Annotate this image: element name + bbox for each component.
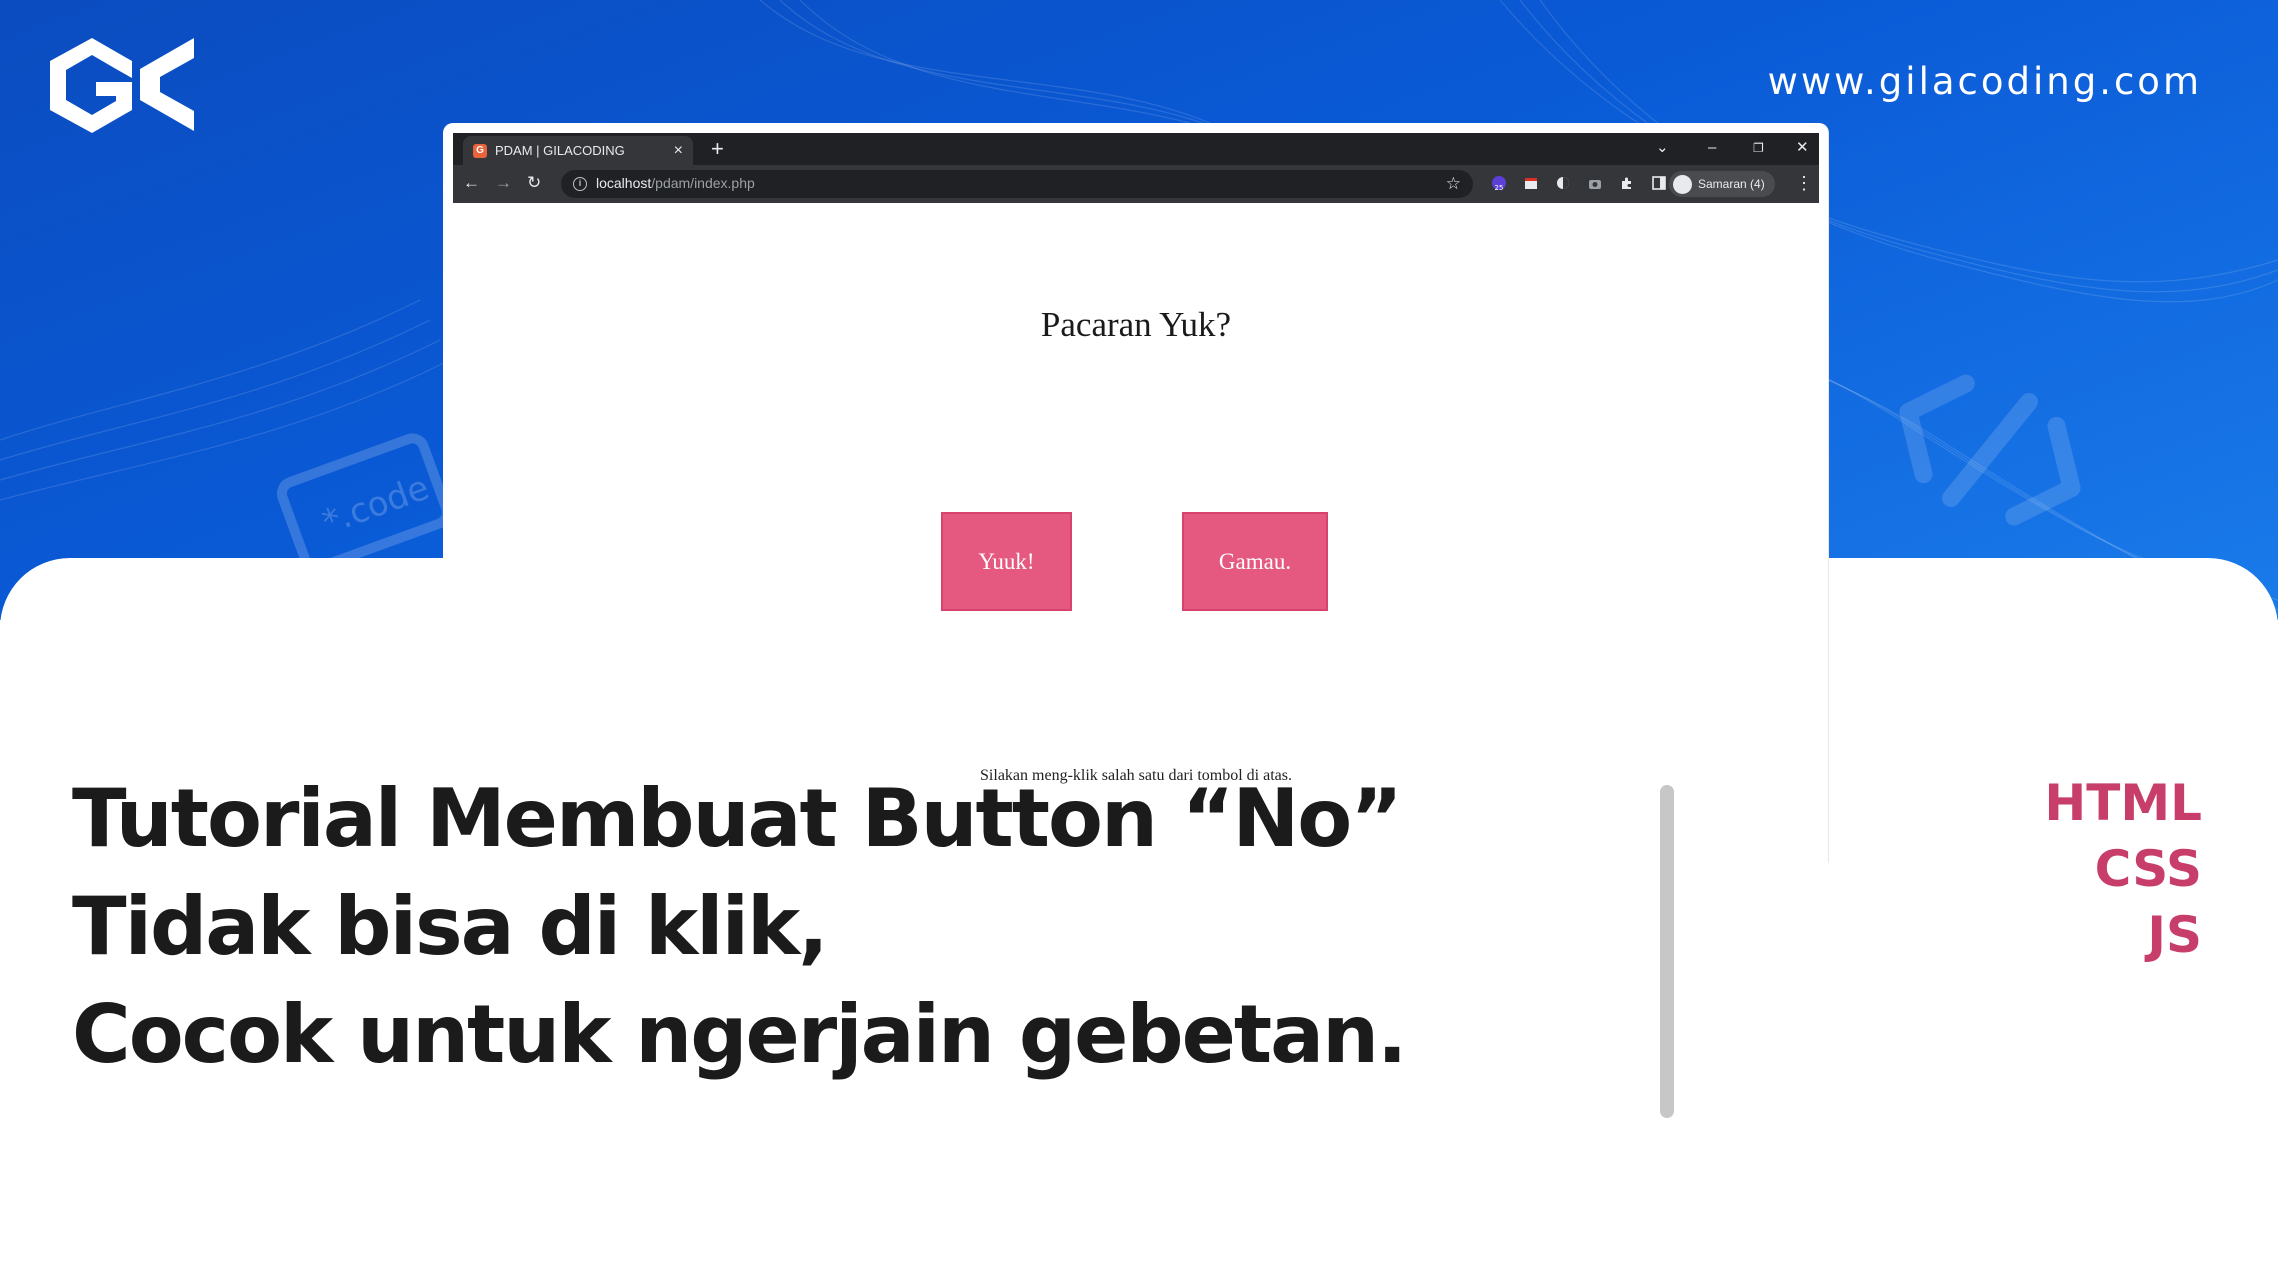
code-badge-decoration: *.code <box>276 433 448 570</box>
close-window-icon[interactable]: ✕ <box>1796 135 1809 161</box>
profile-label: Samaran (4) <box>1698 177 1765 191</box>
browser-menu-icon[interactable]: ⋮ <box>1795 171 1813 195</box>
camera-extension-icon[interactable] <box>1587 175 1603 191</box>
back-icon[interactable]: ← <box>463 173 480 193</box>
extensions-puzzle-icon[interactable] <box>1619 175 1635 191</box>
incognito-avatar-icon <box>1673 174 1692 194</box>
side-panel-icon[interactable] <box>1651 175 1667 191</box>
code-glyph-decoration <box>1899 374 2081 526</box>
bookmark-star-icon[interactable]: ☆ <box>1446 174 1461 194</box>
browser-toolbar: ← → ↻ i localhost/pdam/index.php ☆ 25 Sa… <box>453 165 1819 203</box>
page-heading: Pacaran Yuk? <box>1040 305 1232 344</box>
incognito-profile-chip[interactable]: Samaran (4) <box>1669 171 1775 197</box>
tab-favicon-icon: G <box>473 143 487 158</box>
headline-line-3: Cocok untuk ngerjain gebetan. <box>72 988 1407 1081</box>
url-host: localhost <box>596 175 652 191</box>
tab-strip: G PDAM | GILACODING × + ⌄ – ❐ ✕ <box>453 133 1819 165</box>
calendar-extension-icon[interactable] <box>1523 175 1539 191</box>
site-info-icon[interactable]: i <box>573 177 587 191</box>
url-path: /pdam/index.php <box>651 175 755 191</box>
tag-js: JS <box>2147 906 2202 964</box>
headline-line-2: Tidak bisa di klik, <box>72 880 829 973</box>
dark-mode-extension-icon[interactable] <box>1555 175 1571 191</box>
headline: Tutorial Membuat Button “No” Tidak bisa … <box>72 765 1632 1089</box>
extension-badge-count: 25 <box>1495 184 1504 191</box>
vertical-divider <box>1660 785 1674 1118</box>
minimize-icon[interactable]: – <box>1708 135 1716 161</box>
browser-tab[interactable]: G PDAM | GILACODING × <box>463 136 693 165</box>
tab-close-icon[interactable]: × <box>674 142 683 159</box>
no-button[interactable]: Gamau. <box>1182 512 1328 611</box>
address-bar[interactable]: i localhost/pdam/index.php ☆ <box>561 170 1473 198</box>
reload-icon[interactable]: ↻ <box>527 173 541 193</box>
tab-title: PDAM | GILACODING <box>495 143 625 158</box>
tab-search-chevron-icon[interactable]: ⌄ <box>1656 135 1669 161</box>
new-tab-icon[interactable]: + <box>711 137 724 161</box>
tech-tags: HTML CSS JS <box>2044 770 2202 968</box>
gilacoding-logo <box>50 38 194 133</box>
tag-html: HTML <box>2044 774 2202 832</box>
yes-button[interactable]: Yuuk! <box>941 512 1072 611</box>
browser-window: G PDAM | GILACODING × + ⌄ – ❐ ✕ ← → ↻ i … <box>443 123 1829 863</box>
forward-icon[interactable]: → <box>495 173 512 193</box>
extension-badge-icon[interactable]: 25 <box>1491 175 1507 191</box>
restore-icon[interactable]: ❐ <box>1753 135 1764 161</box>
website-url[interactable]: www.gilacoding.com <box>1768 60 2202 103</box>
headline-line-1: Tutorial Membuat Button “No” <box>72 772 1403 865</box>
tag-css: CSS <box>2094 840 2202 898</box>
